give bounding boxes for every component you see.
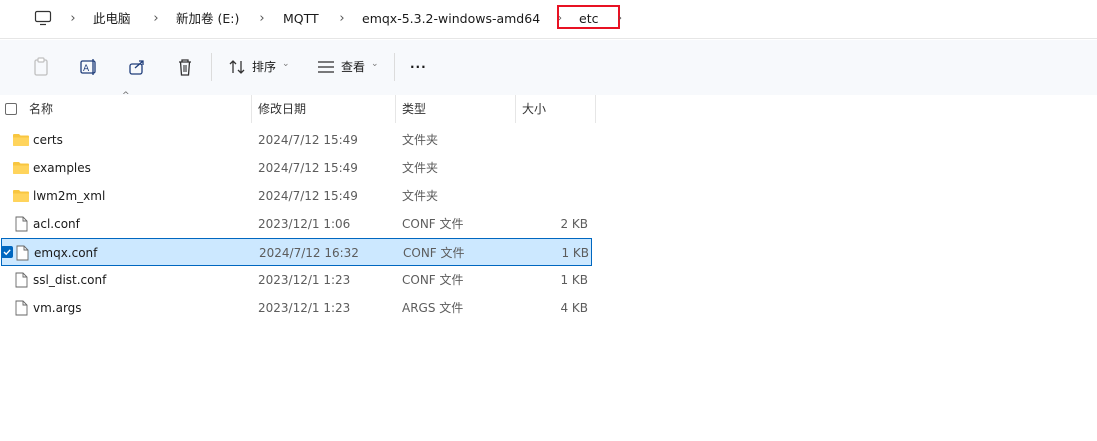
file-modified: 2024/7/12 15:49: [258, 133, 358, 147]
file-list: certs 2024/7/12 15:49 文件夹 examples 2024/7/12…: [0, 126, 600, 322]
chevron-right-icon[interactable]: ›: [336, 9, 348, 29]
file-size: 1 KB: [560, 273, 588, 287]
file-modified: 2023/12/1 1:23: [258, 301, 351, 315]
chevron-right-icon[interactable]: ›: [150, 9, 162, 29]
file-icon: [15, 272, 28, 288]
address-bar[interactable]: › 此电脑 › 新加卷 (E:) › MQTT › emqx-5.3.2-win…: [0, 0, 1097, 39]
svg-text:A: A: [83, 64, 90, 74]
column-divider[interactable]: [515, 95, 516, 123]
more-options-button[interactable]: ···: [410, 58, 427, 76]
folder-icon: [13, 162, 29, 174]
file-size: 1 KB: [561, 246, 589, 260]
view-icon[interactable]: [314, 55, 338, 79]
file-name: lwm2m_xml: [33, 189, 106, 203]
toolbar-divider: [394, 53, 395, 81]
file-row[interactable]: emqx.conf 2024/7/12 16:32 CONF 文件 1 KB: [1, 238, 592, 266]
sort-button[interactable]: 排序: [252, 58, 276, 76]
file-type: 文件夹: [402, 161, 439, 175]
file-size: [520, 182, 588, 210]
file-name: ssl_dist.conf: [33, 273, 107, 287]
checkmark-icon: [3, 249, 11, 256]
file-type: CONF 文件: [402, 217, 464, 231]
folder-icon: [13, 134, 29, 146]
breadcrumb-mqtt[interactable]: MQTT: [283, 9, 319, 29]
file-row[interactable]: vm.args 2023/12/1 1:23 ARGS 文件 4 KB: [0, 294, 595, 322]
computer-icon[interactable]: [34, 10, 52, 26]
file-name: acl.conf: [33, 217, 80, 231]
file-name: examples: [33, 161, 91, 175]
file-modified: 2024/7/12 15:49: [258, 161, 358, 175]
file-name: vm.args: [33, 301, 82, 315]
file-icon: [15, 216, 28, 232]
file-modified: 2023/12/1 1:06: [258, 217, 351, 231]
file-type: CONF 文件: [402, 273, 464, 287]
file-modified: 2023/12/1 1:23: [258, 273, 351, 287]
select-all-checkbox[interactable]: [5, 103, 17, 115]
file-size: 4 KB: [560, 301, 588, 315]
file-size: 2 KB: [560, 217, 588, 231]
sort-icon[interactable]: [226, 55, 250, 79]
file-icon: [15, 300, 28, 316]
file-size: [520, 126, 588, 154]
toolbar-divider: [211, 53, 212, 81]
view-button[interactable]: 查看: [341, 58, 365, 76]
paste-icon[interactable]: [29, 55, 53, 79]
chevron-down-icon[interactable]: ⌄: [282, 59, 290, 69]
sort-ascending-icon: ^: [122, 91, 130, 101]
breadcrumb-etc[interactable]: etc: [579, 9, 598, 29]
file-type: 文件夹: [402, 133, 439, 147]
breadcrumb-this-pc[interactable]: 此电脑: [93, 9, 131, 29]
row-checkbox[interactable]: [1, 246, 13, 258]
file-row[interactable]: lwm2m_xml 2024/7/12 15:49 文件夹: [0, 182, 595, 210]
column-divider[interactable]: [595, 95, 596, 123]
chevron-right-icon[interactable]: ›: [614, 9, 626, 29]
file-modified: 2024/7/12 15:49: [258, 189, 358, 203]
breadcrumb-drive-e[interactable]: 新加卷 (E:): [176, 9, 239, 29]
share-icon[interactable]: [125, 55, 149, 79]
delete-icon[interactable]: [173, 55, 197, 79]
chevron-down-icon[interactable]: ⌄: [371, 59, 379, 69]
file-row[interactable]: certs 2024/7/12 15:49 文件夹: [0, 126, 595, 154]
file-row[interactable]: examples 2024/7/12 15:49 文件夹: [0, 154, 595, 182]
rename-icon[interactable]: A: [77, 55, 101, 79]
file-type: ARGS 文件: [402, 301, 464, 315]
chevron-right-icon[interactable]: ›: [256, 9, 268, 29]
column-divider[interactable]: [251, 95, 252, 123]
file-icon: [16, 245, 29, 261]
chevron-right-icon[interactable]: ›: [67, 9, 79, 29]
folder-icon: [13, 190, 29, 202]
file-size: [520, 154, 588, 182]
column-modified[interactable]: 修改日期: [258, 95, 306, 123]
column-type[interactable]: 类型: [402, 95, 426, 123]
file-type: 文件夹: [402, 189, 439, 203]
file-row[interactable]: acl.conf 2023/12/1 1:06 CONF 文件 2 KB: [0, 210, 595, 238]
file-row[interactable]: ssl_dist.conf 2023/12/1 1:23 CONF 文件 1 KB: [0, 266, 595, 294]
file-type: CONF 文件: [403, 246, 465, 260]
column-divider[interactable]: [395, 95, 396, 123]
file-name: emqx.conf: [34, 246, 98, 260]
column-size[interactable]: 大小: [522, 95, 546, 123]
column-name[interactable]: 名称: [29, 95, 53, 123]
breadcrumb-emqx[interactable]: emqx-5.3.2-windows-amd64: [362, 9, 540, 29]
file-modified: 2024/7/12 16:32: [259, 246, 359, 260]
file-name: certs: [33, 133, 63, 147]
command-bar: A 排序 ⌄ 查看 ⌄ ···: [0, 40, 1097, 96]
column-header: 名称 ^ 修改日期 类型 大小: [0, 91, 1097, 123]
